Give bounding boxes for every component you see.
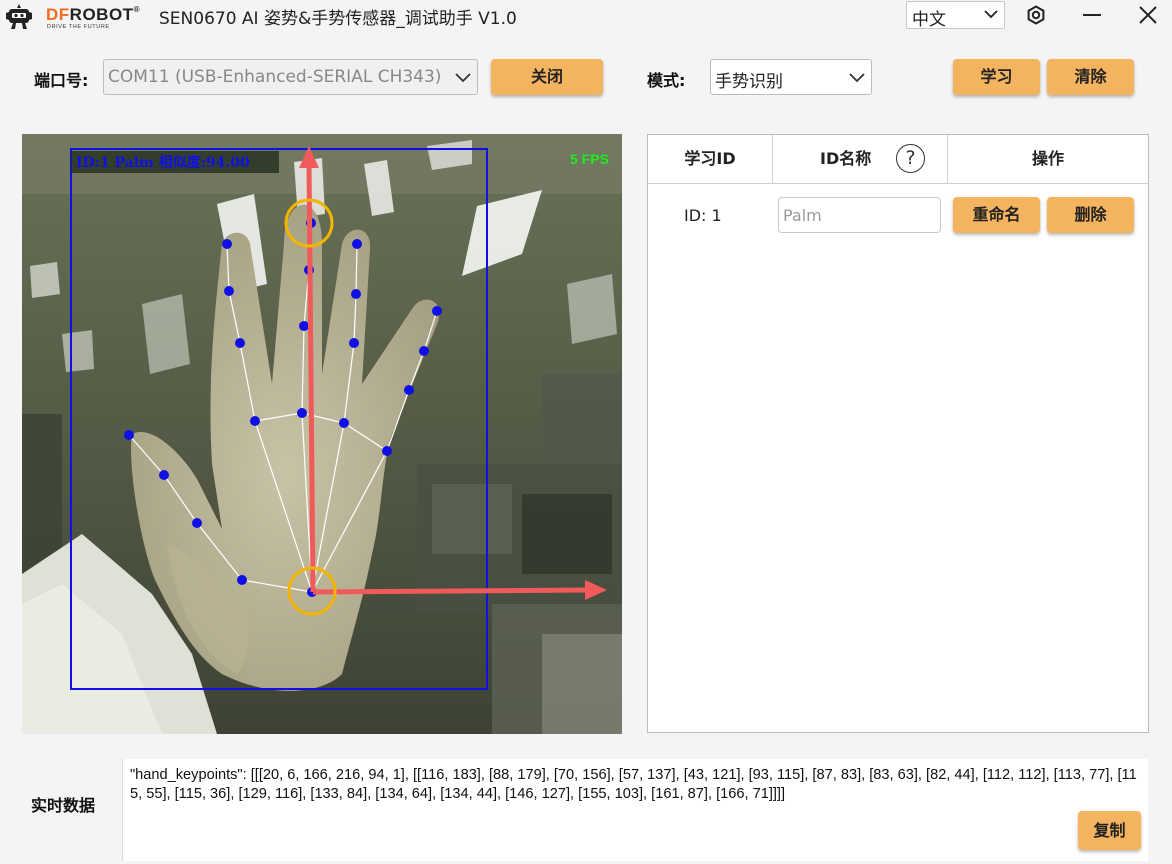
language-select[interactable]: 中文 — [906, 1, 1005, 30]
realtime-data-box[interactable]: "hand_keypoints": [[[20, 6, 166, 216, 94… — [122, 759, 1148, 861]
chevron-down-icon — [455, 73, 471, 83]
minimize-icon[interactable] — [1080, 4, 1104, 26]
close-port-button[interactable]: 关闭 — [491, 59, 603, 95]
delete-button[interactable]: 删除 — [1047, 197, 1134, 233]
gear-icon[interactable] — [1026, 5, 1046, 25]
realtime-data-label: 实时数据 — [31, 796, 96, 815]
port-label: 端口号: — [34, 71, 89, 90]
rename-button[interactable]: 重命名 — [953, 197, 1040, 233]
col-header-learn-id: 学习ID — [684, 149, 736, 168]
clear-button[interactable]: 清除 — [1047, 59, 1134, 95]
brand-logo: DFROBOT® — [46, 5, 140, 24]
id-name-input[interactable] — [778, 197, 941, 233]
window-title: SEN0670 AI 姿势&手势传感器_调试助手 V1.0 — [159, 9, 517, 29]
col-header-actions: 操作 — [1031, 149, 1064, 168]
title-bar: DFROBOT® DRIVE THE FUTURE SEN0670 AI 姿势&… — [0, 0, 1172, 32]
port-value: COM11 (USB-Enhanced-SERIAL CH343) — [108, 67, 442, 87]
realtime-data-text: "hand_keypoints": [[[20, 6, 166, 216, 94… — [130, 767, 1137, 802]
mode-label: 模式: — [647, 71, 686, 90]
col-header-id-name-label: ID名称 — [820, 149, 872, 168]
mode-select[interactable]: 手势识别 — [710, 59, 872, 95]
help-icon[interactable]: ? — [896, 144, 925, 173]
fps-indicator: 5 FPS — [570, 151, 609, 167]
learn-button[interactable]: 学习 — [953, 59, 1040, 95]
header-divider — [648, 183, 1148, 184]
robot-logo-icon — [6, 4, 32, 29]
language-value: 中文 — [912, 10, 946, 30]
camera-preview: ID:1 Palm 相似度:94.00 5 FPS — [22, 134, 622, 734]
mode-value: 手势识别 — [715, 72, 783, 92]
brand-slogan: DRIVE THE FUTURE — [47, 24, 110, 30]
port-select[interactable]: COM11 (USB-Enhanced-SERIAL CH343) — [103, 59, 478, 95]
camera-frame: ID:1 Palm 相似度:94.00 5 FPS — [22, 134, 622, 734]
copy-button[interactable]: 复制 — [1078, 811, 1141, 850]
row-id: ID: 1 — [684, 206, 722, 225]
detection-label: ID:1 Palm 相似度:94.00 — [76, 154, 250, 171]
learned-id-table: 学习ID ID名称 ? 操作 ID: 1 重命名 删除 — [647, 134, 1149, 733]
close-icon[interactable] — [1136, 4, 1160, 26]
chevron-down-icon — [849, 73, 865, 83]
chevron-down-icon — [984, 10, 998, 19]
